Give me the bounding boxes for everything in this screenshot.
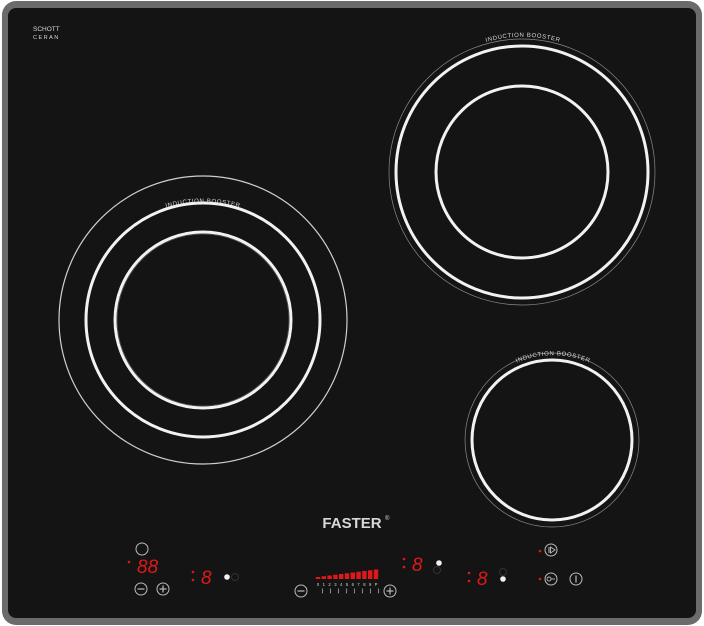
brand-logo-mark: ® <box>385 515 390 522</box>
slider-level-bar <box>373 569 379 579</box>
lock-indicator-dot <box>538 577 542 581</box>
zone-selector-left-dot-bottom <box>191 578 195 582</box>
slider-level-bar <box>321 576 326 579</box>
slider-level-bar <box>333 574 338 579</box>
slider-level-bar <box>368 570 373 579</box>
slider-level-bar <box>344 573 350 579</box>
timer-display: 88 <box>137 557 159 578</box>
zone-selector-top-right-icon <box>436 560 442 566</box>
zone-display-top-right: 8 <box>412 555 423 576</box>
timer-indicator-dot <box>127 560 131 564</box>
slider-level-bar <box>339 574 344 579</box>
induction-hob: SCHOTT CERAN INDUCTION BOOSTER INDUCTION… <box>2 1 702 625</box>
slider-level-bar <box>327 575 332 579</box>
slider-level-bar <box>356 571 361 579</box>
glass-maker-line1: SCHOTT <box>33 26 60 33</box>
zone-selector-left-dot-top <box>191 570 195 574</box>
slider-level-bar <box>350 572 355 579</box>
slider-scale-label: P <box>375 582 378 587</box>
zone-selector-left-icon <box>224 574 230 580</box>
pause-indicator-dot <box>538 549 542 553</box>
slider-level-bar <box>362 571 367 579</box>
zone-display-bottom-right: 8 <box>477 569 488 590</box>
brand-logo: FASTER <box>322 515 381 532</box>
zone-selector-bottom-right-icon <box>500 576 506 582</box>
slider-level-bar <box>315 577 321 579</box>
glass-maker-line2: CERAN <box>33 35 60 41</box>
zone-display-left: 8 <box>201 568 212 589</box>
